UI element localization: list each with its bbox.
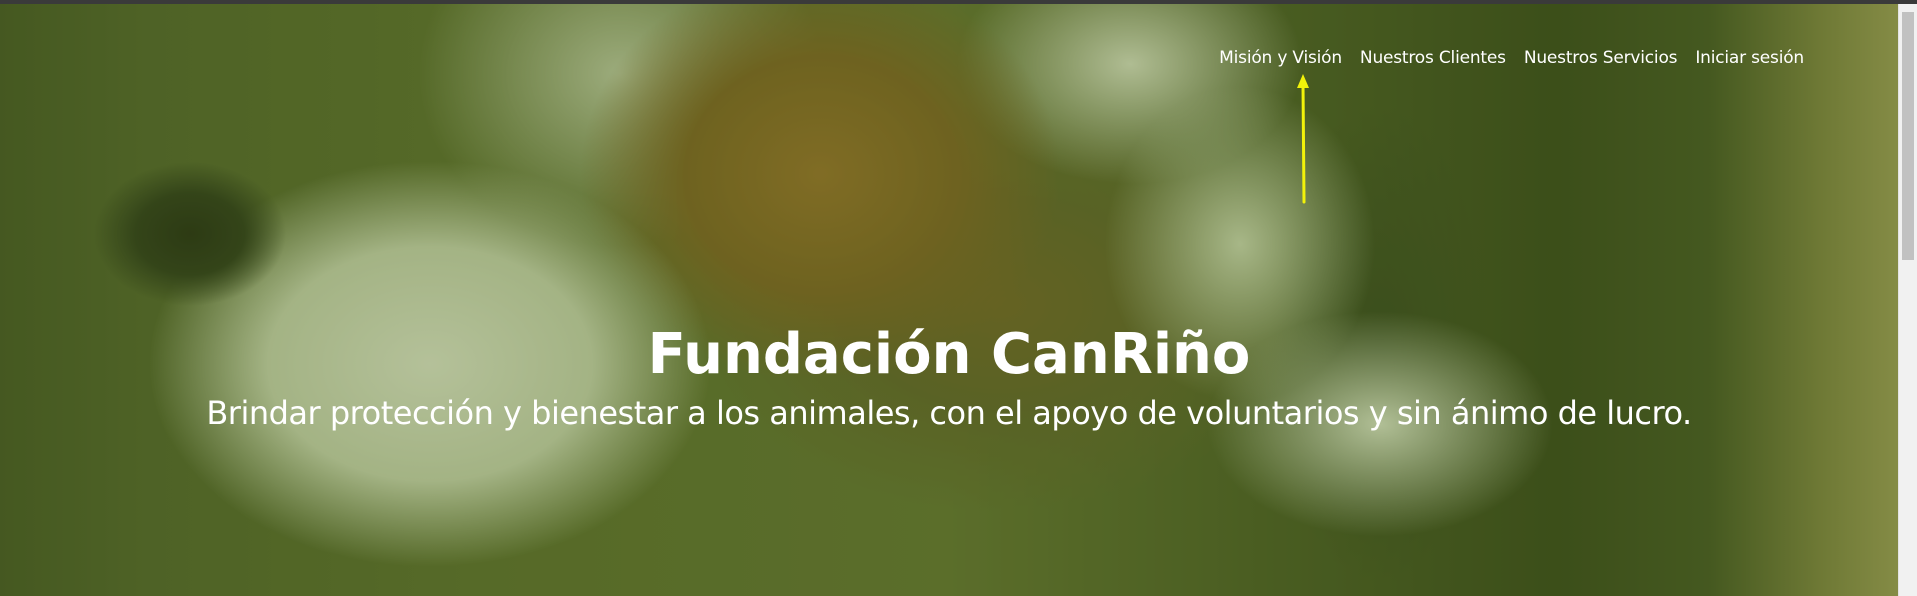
nav-link-iniciar-sesion[interactable]: Iniciar sesión <box>1695 48 1804 68</box>
vertical-scrollbar[interactable] <box>1898 4 1917 596</box>
hero-section: Misión y Visión Nuestros Clientes Nuestr… <box>0 4 1898 596</box>
main-navigation: Misión y Visión Nuestros Clientes Nuestr… <box>1219 48 1804 68</box>
hero-subtitle: Brindar protección y bienestar a los ani… <box>206 394 1692 432</box>
nav-link-mision-vision[interactable]: Misión y Visión <box>1219 48 1342 68</box>
scrollbar-thumb[interactable] <box>1902 12 1914 260</box>
arrow-up-icon <box>1297 74 1309 204</box>
hero-title: Fundación CanRiño <box>647 321 1251 387</box>
nav-link-nuestros-clientes[interactable]: Nuestros Clientes <box>1360 48 1506 68</box>
nav-link-nuestros-servicios[interactable]: Nuestros Servicios <box>1524 48 1678 68</box>
